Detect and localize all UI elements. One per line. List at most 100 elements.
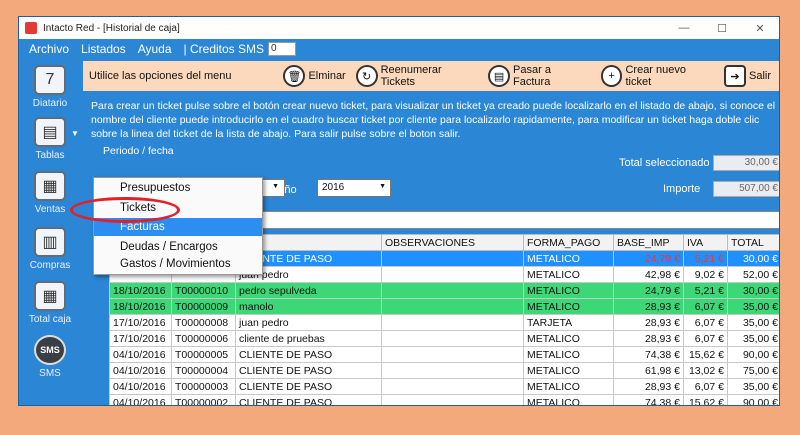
cell: 5,21 € (683, 250, 728, 267)
cell: METALICO (523, 266, 614, 283)
cell (381, 298, 524, 315)
cell: 6,07 € (683, 330, 728, 347)
calendar-icon: 7 (34, 65, 66, 95)
exit-button[interactable]: ➔ Salir (723, 65, 771, 87)
col-header-base-imp[interactable]: BASE_IMP (613, 234, 684, 251)
cell: 28,93 € (613, 314, 684, 331)
window-title: Intacto Red - [Historial de caja] (43, 22, 180, 34)
col-header-total[interactable]: TOTAL (727, 234, 779, 251)
cell: T00000008 (171, 314, 236, 331)
sidebar-item-compras[interactable]: ▥ Compras (19, 227, 81, 271)
menu-item-deudas-encargos[interactable]: Deudas / Encargos (94, 238, 262, 256)
sidebar-item-tablas[interactable]: ▤ Tablas (19, 117, 81, 161)
table-row[interactable]: 04/10/2016 T00000002 CLIENTE DE PASO MET… (109, 394, 779, 405)
menu-item-gastos-movimientos[interactable]: Gastos / Movimientos (94, 255, 262, 273)
sidebar-item-sms[interactable]: SMS SMS (19, 335, 81, 379)
sidebar-label-compras: Compras (29, 260, 71, 271)
cell: 28,93 € (613, 298, 684, 315)
cell: juan pedro (235, 314, 382, 331)
menu-archivo[interactable]: Archivo (29, 42, 69, 56)
menu-creditos-sms[interactable]: | Creditos SMS (184, 42, 264, 56)
cell: 5,21 € (683, 282, 728, 299)
table-row[interactable]: 04/10/2016 T00000004 CLIENTE DE PASO MET… (109, 362, 779, 379)
renumber-button-label: Reenumerar Tickets (380, 64, 442, 88)
col-header-forma-pago[interactable]: FORMA_PAGO (523, 234, 614, 251)
to-invoice-button[interactable]: ▤ Pasar a Factura (488, 64, 590, 88)
sms-icon: SMS (34, 335, 66, 365)
cell: 18/10/2016 (109, 282, 172, 299)
cell: METALICO (523, 394, 614, 405)
table-row[interactable]: 18/10/2016 T00000010 pedro sepulveda MET… (109, 282, 779, 299)
title-bar: Intacto Red - [Historial de caja] — ☐ ✕ (19, 17, 779, 39)
cell: T00000010 (171, 282, 236, 299)
cell: 17/10/2016 (109, 330, 172, 347)
cell: T00000005 (171, 346, 236, 363)
year-select[interactable]: 2016 ▼ (317, 179, 391, 197)
cell: METALICO (523, 362, 614, 379)
close-icon[interactable]: ✕ (741, 17, 779, 39)
cell: 6,07 € (683, 314, 728, 331)
cell: 04/10/2016 (109, 346, 172, 363)
cell: 35,00 € (727, 378, 779, 395)
table-row[interactable]: 04/10/2016 T00000005 CLIENTE DE PASO MET… (109, 346, 779, 363)
col-header-observaciones[interactable]: OBSERVACIONES (381, 234, 524, 251)
menu-bar: Archivo Listados Ayuda | Creditos SMS 0 (19, 39, 779, 59)
cell: pedro sepulveda (235, 282, 382, 299)
cell: METALICO (523, 298, 614, 315)
sidebar-item-total-caja[interactable]: ▦ Total caja (19, 281, 81, 325)
toolbar-hint: Utilice las opciones del menu (89, 70, 232, 82)
sidebar-label-sms: SMS (39, 368, 61, 379)
total-selected-label: Total seleccionado (619, 157, 710, 169)
cell (381, 394, 524, 405)
sidebar-item-diatario[interactable]: 7 Diatario (19, 65, 81, 109)
table-row[interactable]: 04/10/2016 T00000003 CLIENTE DE PASO MET… (109, 378, 779, 395)
delete-button[interactable]: 🗑 Elminar (283, 65, 346, 87)
cell: 17/10/2016 (109, 314, 172, 331)
menu-listados[interactable]: Listados (81, 42, 126, 56)
year-value: 2016 (322, 182, 345, 193)
cell: 35,00 € (727, 330, 779, 347)
renumber-button[interactable]: ↻ Reenumerar Tickets (355, 64, 478, 88)
delete-button-label: Elminar (308, 70, 346, 82)
new-ticket-button[interactable]: + Crear nuevo ticket (600, 64, 714, 88)
cell: CLIENTE DE PASO (235, 394, 382, 405)
period-label: Periodo / fecha (103, 145, 174, 157)
cell: TARJETA (523, 314, 614, 331)
cell: 42,98 € (613, 266, 684, 283)
cell (381, 378, 524, 395)
total-selected-value: 30,00 € (713, 155, 779, 171)
cell: METALICO (523, 378, 614, 395)
table-row[interactable]: 17/10/2016 T00000006 cliente de pruebas … (109, 330, 779, 347)
maximize-icon[interactable]: ☐ (703, 17, 741, 39)
cell (381, 346, 524, 363)
toolbar: Utilice las opciones del menu 🗑 Elminar … (83, 61, 779, 91)
cell: 52,00 € (727, 266, 779, 283)
trash-icon: 🗑 (283, 65, 306, 87)
col-header-iva[interactable]: IVA (683, 234, 728, 251)
cell: 6,07 € (683, 378, 728, 395)
cell: 6,07 € (683, 298, 728, 315)
cell: T00000004 (171, 362, 236, 379)
table-row[interactable]: 17/10/2016 T00000008 juan pedro TARJETA … (109, 314, 779, 331)
highlight-ellipse (70, 197, 180, 223)
exit-icon: ➔ (723, 65, 746, 87)
cell: 24,79 € (613, 250, 684, 267)
refresh-icon: ↻ (355, 65, 378, 87)
cell: 28,93 € (613, 330, 684, 347)
cell: T00000009 (171, 298, 236, 315)
cell: METALICO (523, 282, 614, 299)
cell: 24,79 € (613, 282, 684, 299)
to-invoice-button-label: Pasar a Factura (513, 64, 551, 88)
exit-button-label: Salir (748, 70, 771, 82)
cell (381, 266, 524, 283)
chevron-down-icon: ▼ (71, 129, 79, 138)
menu-item-presupuestos[interactable]: Presupuestos (94, 179, 262, 197)
menu-ayuda[interactable]: Ayuda (138, 42, 172, 56)
cell: METALICO (523, 250, 614, 267)
cell: 30,00 € (727, 282, 779, 299)
cell: 30,00 € (727, 250, 779, 267)
minimize-icon[interactable]: — (665, 17, 703, 39)
sms-credits-field[interactable]: 0 (268, 42, 297, 56)
table-row[interactable]: 18/10/2016 T00000009 manolo METALICO 28,… (109, 298, 779, 315)
cell: 28,93 € (613, 378, 684, 395)
